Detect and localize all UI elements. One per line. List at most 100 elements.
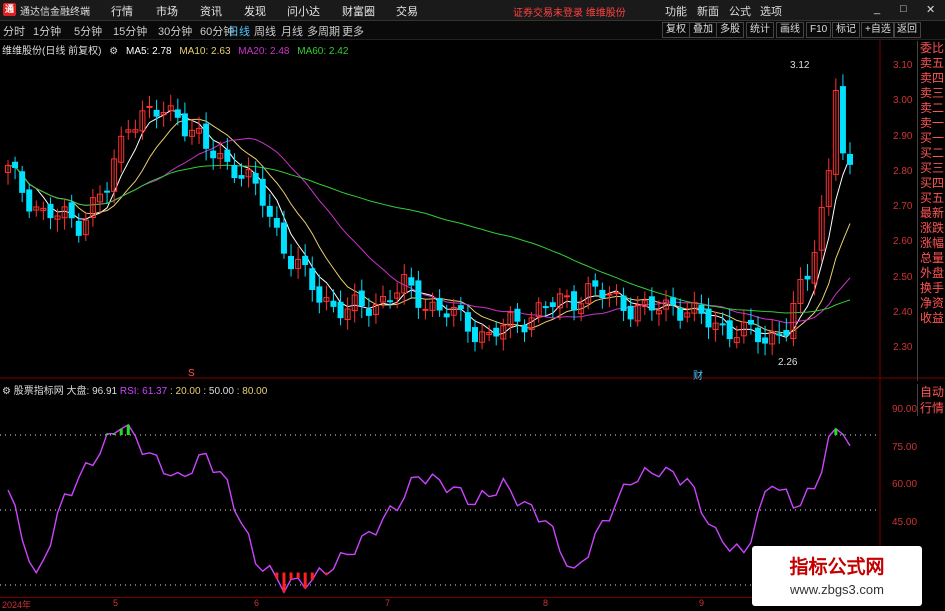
- candle[interactable]: [126, 120, 131, 140]
- candle[interactable]: [508, 306, 513, 338]
- side-item-18[interactable]: 收益: [918, 311, 945, 326]
- candle[interactable]: [246, 157, 251, 187]
- candle[interactable]: [529, 312, 534, 337]
- candle[interactable]: [48, 197, 53, 229]
- candle[interactable]: [607, 286, 612, 307]
- candle[interactable]: [352, 283, 357, 322]
- side-item-12[interactable]: 涨跌: [918, 221, 945, 236]
- candle[interactable]: [267, 194, 272, 227]
- candle[interactable]: [494, 321, 499, 345]
- candle[interactable]: [791, 291, 796, 346]
- side-item-0[interactable]: 委比: [918, 41, 945, 56]
- candle[interactable]: [289, 244, 294, 276]
- candle[interactable]: [685, 302, 690, 322]
- candle[interactable]: [536, 297, 541, 323]
- candle[interactable]: [635, 296, 640, 326]
- candle[interactable]: [628, 298, 633, 327]
- candle[interactable]: [465, 304, 470, 342]
- candle[interactable]: [331, 289, 336, 312]
- candle[interactable]: [83, 212, 88, 241]
- candle[interactable]: [472, 320, 477, 352]
- s-tag[interactable]: S: [188, 368, 195, 379]
- side-item-16[interactable]: 换手: [918, 281, 945, 296]
- candle[interactable]: [600, 283, 605, 309]
- candle[interactable]: [338, 290, 343, 325]
- candle[interactable]: [671, 288, 676, 316]
- candle[interactable]: [303, 244, 308, 276]
- side-item-13[interactable]: 涨幅: [918, 236, 945, 251]
- side-item-6[interactable]: 买一: [918, 131, 945, 146]
- candle[interactable]: [826, 158, 831, 215]
- side-item-4[interactable]: 卖二: [918, 101, 945, 116]
- candle[interactable]: [784, 318, 789, 341]
- candle[interactable]: [621, 287, 626, 321]
- candle[interactable]: [642, 291, 647, 315]
- candle[interactable]: [423, 300, 428, 320]
- candle[interactable]: [805, 264, 810, 291]
- gear-icon[interactable]: ⚙: [2, 386, 11, 397]
- candle[interactable]: [812, 240, 817, 295]
- candle[interactable]: [798, 267, 803, 314]
- side-item-5[interactable]: 卖一: [918, 116, 945, 131]
- candle[interactable]: [6, 160, 11, 185]
- side-item-17[interactable]: 净资: [918, 296, 945, 311]
- side-item-14[interactable]: 总量: [918, 251, 945, 266]
- candle[interactable]: [543, 301, 548, 316]
- candle[interactable]: [833, 78, 838, 181]
- side2-item-1[interactable]: 行情: [918, 400, 945, 416]
- candle[interactable]: [706, 298, 711, 339]
- side-item-3[interactable]: 卖三: [918, 86, 945, 101]
- side-item-1[interactable]: 卖五: [918, 56, 945, 71]
- candle[interactable]: [564, 290, 569, 308]
- candle[interactable]: [34, 200, 39, 216]
- candle[interactable]: [756, 316, 761, 353]
- candle[interactable]: [69, 195, 74, 228]
- candle[interactable]: [41, 202, 46, 221]
- candle[interactable]: [274, 206, 279, 236]
- candle[interactable]: [593, 273, 598, 295]
- candle[interactable]: [147, 96, 152, 118]
- candle[interactable]: [168, 95, 173, 121]
- candle[interactable]: [692, 292, 697, 322]
- side2-item-0[interactable]: 自动: [918, 384, 945, 400]
- candle[interactable]: [848, 142, 853, 174]
- candle[interactable]: [13, 157, 18, 180]
- indicator-name[interactable]: 股票指标网: [14, 386, 64, 397]
- candle[interactable]: [416, 271, 421, 319]
- candle[interactable]: [27, 184, 32, 218]
- candle[interactable]: [260, 167, 265, 217]
- candle[interactable]: [388, 290, 393, 309]
- side-item-11[interactable]: 最新: [918, 206, 945, 221]
- candle[interactable]: [480, 324, 485, 349]
- candle[interactable]: [105, 182, 110, 204]
- side-item-15[interactable]: 外盘: [918, 266, 945, 281]
- candle[interactable]: [515, 303, 520, 333]
- candle[interactable]: [550, 297, 555, 318]
- candle[interactable]: [373, 293, 378, 323]
- candle[interactable]: [741, 310, 746, 343]
- candle[interactable]: [296, 247, 301, 279]
- candle[interactable]: [140, 101, 145, 140]
- candle[interactable]: [204, 112, 209, 160]
- candle[interactable]: [359, 280, 364, 318]
- candle[interactable]: [281, 211, 286, 259]
- kline-chart[interactable]: [0, 0, 945, 609]
- candle[interactable]: [770, 319, 775, 355]
- candle[interactable]: [90, 189, 95, 227]
- candle[interactable]: [197, 117, 202, 144]
- candle[interactable]: [649, 287, 654, 321]
- side-item-9[interactable]: 买四: [918, 176, 945, 191]
- candle[interactable]: [699, 295, 704, 324]
- candle[interactable]: [409, 268, 414, 298]
- side-item-8[interactable]: 买三: [918, 161, 945, 176]
- side-item-7[interactable]: 买二: [918, 146, 945, 161]
- candle[interactable]: [20, 166, 25, 202]
- candle[interactable]: [366, 298, 371, 327]
- candle[interactable]: [614, 284, 619, 305]
- finance-tag[interactable]: 财: [693, 367, 703, 382]
- candle[interactable]: [324, 286, 329, 311]
- candle[interactable]: [458, 297, 463, 321]
- candle[interactable]: [572, 285, 577, 320]
- candle[interactable]: [62, 199, 67, 229]
- candle[interactable]: [840, 74, 845, 160]
